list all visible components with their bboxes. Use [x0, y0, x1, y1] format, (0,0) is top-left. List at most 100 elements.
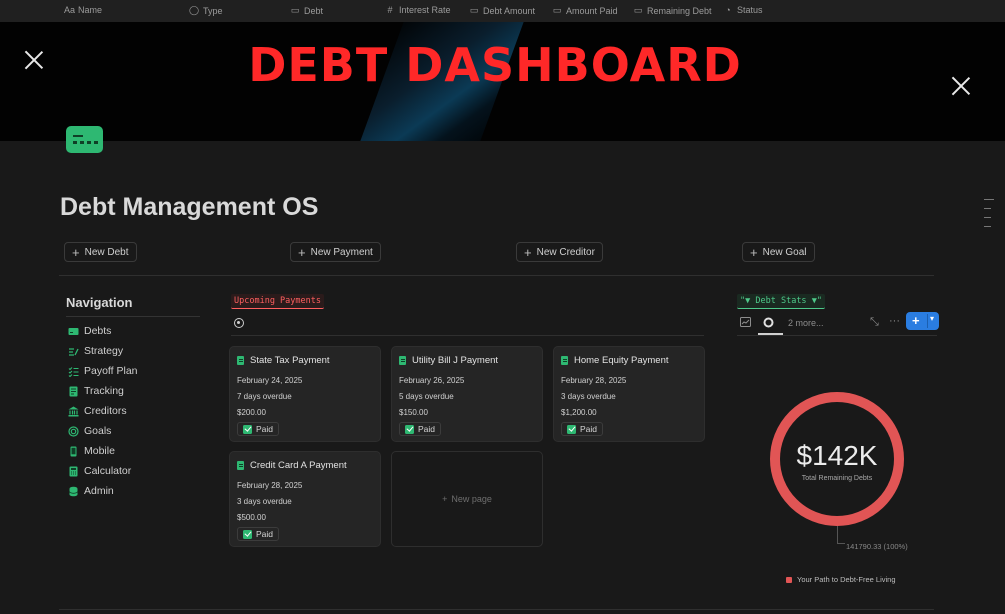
column-status[interactable]: ◔ Status [723, 5, 762, 15]
card-title: State Tax Payment [250, 355, 330, 366]
chart-legend[interactable]: Your Path to Debt-Free Living [786, 575, 896, 584]
banner-title: DEBT DASHBOARD [248, 38, 742, 92]
page-icon [237, 356, 244, 365]
column-remaining-debt[interactable]: ▭ Remaining Debt [633, 5, 712, 16]
refresh-icon[interactable] [234, 318, 244, 328]
nav-item-creditors[interactable]: Creditors [68, 405, 127, 417]
divider [59, 609, 934, 610]
chart-view-icon[interactable] [740, 317, 751, 327]
new-debt-button[interactable]: + New Debt [64, 242, 137, 262]
column-debt-amount[interactable]: ▭ Debt Amount [469, 5, 535, 16]
donut-center-value: $142K [796, 440, 878, 471]
debt-stats-heading[interactable]: "▼ Debt Stats ▼" [737, 294, 825, 309]
payment-card[interactable]: Utility Bill J Payment February 26, 2025… [391, 346, 543, 442]
rollup-icon: ▭ [633, 5, 643, 15]
navigation-heading: Navigation [66, 295, 133, 310]
more-options-icon[interactable]: ··· [889, 315, 900, 327]
strategy-icon [69, 347, 79, 356]
nav-item-strategy[interactable]: Strategy [68, 345, 123, 357]
tracking-icon [69, 386, 78, 396]
card-title: Utility Bill J Payment [412, 355, 499, 366]
nav-item-admin[interactable]: Admin [68, 485, 114, 497]
plus-icon: + [298, 244, 306, 260]
check-icon [243, 424, 252, 434]
circle-icon: ◯ [189, 5, 200, 15]
plus-icon: + [72, 244, 80, 260]
new-payment-button[interactable]: + New Payment [290, 242, 381, 262]
card-date: February 28, 2025 [561, 376, 627, 385]
page-icon [561, 356, 568, 365]
paid-checkbox[interactable]: Paid [561, 422, 604, 436]
bank-icon [68, 406, 79, 416]
payment-card[interactable]: State Tax Payment February 24, 2025 7 da… [229, 346, 381, 442]
more-views-tab[interactable]: 2 more... [788, 318, 824, 328]
page-icon [237, 461, 244, 470]
donut-center-label: Total Remaining Debts [801, 475, 873, 482]
divider [737, 335, 937, 336]
column-name[interactable]: Aa Name [64, 5, 102, 15]
upcoming-payments-heading: Upcoming Payments [231, 294, 324, 309]
nav-item-tracking[interactable]: Tracking [68, 385, 124, 397]
mobile-icon [70, 446, 77, 456]
chevron-down-icon: ▾ [930, 314, 935, 323]
database-column-bar: Aa Name ◯ Type ▭ Debt # Interest Rate ▭ Debt … [0, 0, 1005, 22]
card-overdue: 3 days overdue [237, 497, 292, 506]
relation-icon: ▭ [290, 5, 300, 15]
donut-view-icon[interactable] [763, 317, 774, 328]
plus-icon: + [524, 244, 532, 260]
column-interest-rate[interactable]: # Interest Rate [385, 5, 450, 15]
check-icon [405, 424, 414, 434]
triangle-down-icon: ▼ [745, 296, 751, 306]
legend-swatch [786, 576, 792, 583]
cover-banner: DEBT DASHBOARD [0, 22, 1005, 141]
divider [231, 335, 704, 336]
target-icon [68, 425, 79, 437]
calculator-icon [69, 466, 78, 476]
card-overdue: 7 days overdue [237, 392, 292, 401]
new-page-button[interactable]: + New page [391, 451, 543, 547]
nav-item-payoff-plan[interactable]: Payoff Plan [68, 365, 138, 377]
nav-item-calculator[interactable]: Calculator [68, 465, 131, 477]
plus-icon: + [750, 244, 758, 260]
paid-checkbox[interactable]: Paid [237, 527, 280, 541]
plus-icon: + [912, 313, 920, 328]
text-icon: Aa [64, 5, 76, 15]
nav-item-debts[interactable]: Debts [68, 325, 111, 337]
check-icon [243, 529, 252, 539]
paid-checkbox[interactable]: Paid [399, 422, 442, 436]
close-icon[interactable] [24, 50, 44, 70]
card-date: February 24, 2025 [237, 376, 303, 385]
close-icon[interactable] [951, 76, 971, 96]
payment-card[interactable]: Credit Card A Payment February 28, 2025 … [229, 451, 381, 547]
column-type[interactable]: ◯ Type [189, 5, 223, 16]
card-amount: $200.00 [237, 408, 266, 417]
column-debt[interactable]: ▭ Debt [290, 5, 323, 16]
credit-card-icon[interactable] [66, 126, 103, 153]
nav-item-mobile[interactable]: Mobile [68, 445, 115, 457]
card-title: Home Equity Payment [574, 355, 669, 366]
rollup-icon: ▭ [552, 5, 562, 15]
check-icon [567, 424, 576, 434]
nav-item-goals[interactable]: Goals [68, 425, 111, 437]
column-amount-paid[interactable]: ▭ Amount Paid [552, 5, 618, 16]
card-date: February 26, 2025 [399, 376, 465, 385]
new-creditor-button[interactable]: + New Creditor [516, 242, 603, 262]
checklist-icon [68, 366, 79, 377]
card-overdue: 3 days overdue [561, 392, 616, 401]
page-title: Debt Management OS [60, 193, 319, 221]
card-title: Credit Card A Payment [250, 460, 347, 471]
payment-card[interactable]: Home Equity Payment February 28, 2025 3 … [553, 346, 705, 442]
paid-checkbox[interactable]: Paid [237, 422, 280, 436]
table-of-contents-icon[interactable] [984, 199, 994, 235]
new-entry-button[interactable]: + ▾ [906, 312, 939, 330]
expand-icon[interactable]: ⤡ [870, 316, 879, 329]
card-overdue: 5 days overdue [399, 392, 454, 401]
card-amount: $1,200.00 [561, 408, 597, 417]
card-icon [68, 327, 79, 335]
plus-icon: + [442, 494, 448, 504]
card-date: February 28, 2025 [237, 481, 303, 490]
divider [59, 275, 934, 276]
divider [66, 316, 200, 317]
new-goal-button[interactable]: + New Goal [742, 242, 815, 262]
card-amount: $150.00 [399, 408, 428, 417]
